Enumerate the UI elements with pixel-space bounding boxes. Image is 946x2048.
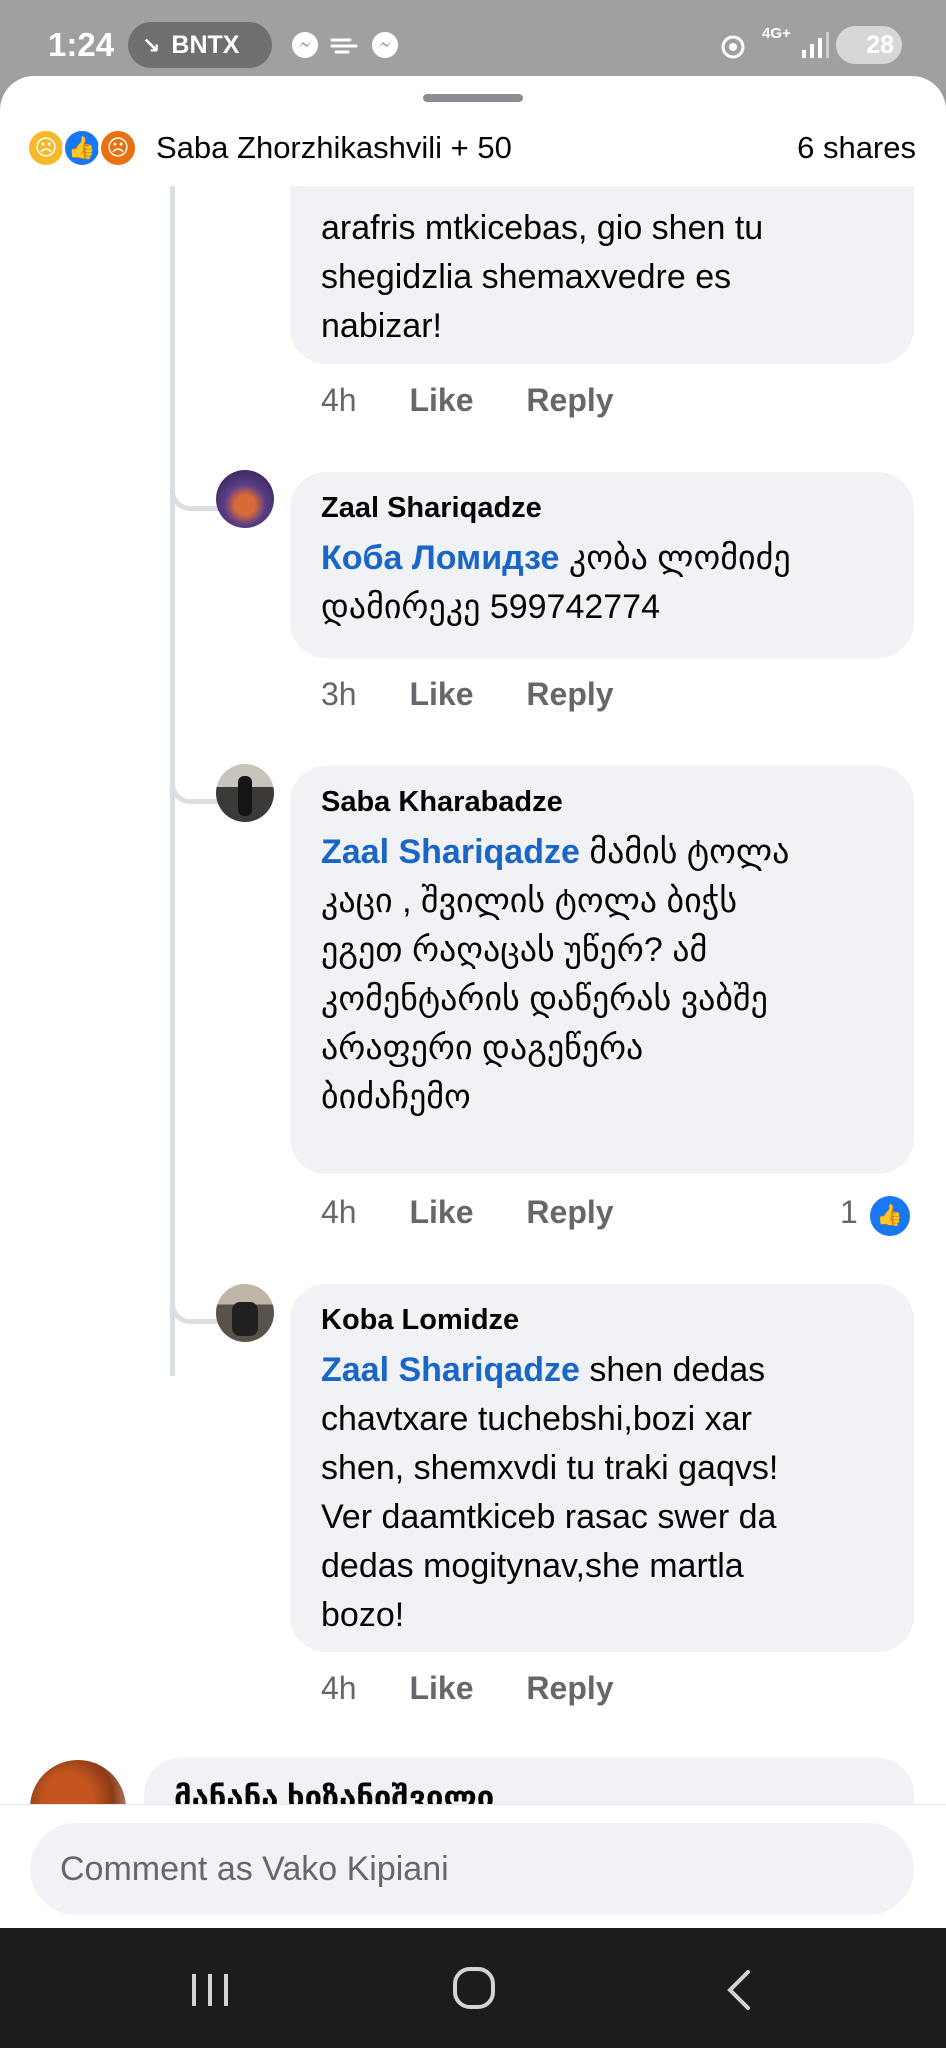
trend-down-icon: ↘ <box>142 33 161 58</box>
battery-level: 28 <box>866 31 894 59</box>
thread-branch <box>170 774 220 804</box>
like-button[interactable]: Like <box>409 1194 473 1230</box>
reactors-label[interactable]: Saba Zhorzhikashvili + 50 <box>156 130 512 166</box>
comment-time: 4h <box>321 382 357 418</box>
home-icon[interactable] <box>452 1966 496 2010</box>
thread-branch <box>170 481 220 511</box>
comment-author[interactable]: Zaal Shariqadze <box>321 492 542 525</box>
sheet-header: ☹ 👍 ☹ Saba Zhorzhikashvili + 50 6 shares <box>0 114 946 186</box>
comment-time: 4h <box>321 1194 357 1230</box>
avatar[interactable] <box>216 764 274 822</box>
reply-button[interactable]: Reply <box>526 1194 613 1230</box>
battery-indicator: 28 <box>836 26 902 64</box>
mention-link[interactable]: Коба Ломидзе <box>321 539 559 577</box>
like-button[interactable]: Like <box>409 1670 473 1706</box>
avatar[interactable] <box>216 470 274 528</box>
comment-text: Коба Ломидзе კობა ლომიძე დამირეკე 599742… <box>321 539 791 626</box>
comment-meta: 3h Like Reply <box>321 676 614 713</box>
stock-ticker-pill: ↘ BNTX <box>128 22 272 68</box>
angry-reaction-icon: ☹ <box>98 128 138 168</box>
sad-reaction-icon: ☹ <box>26 128 66 168</box>
reply-button[interactable]: Reply <box>526 676 613 712</box>
comment-text: Zaal Shariqadze shen dedas chavtxare tuc… <box>321 1351 779 1634</box>
comment-composer: Comment as Vako Kipiani <box>0 1804 946 1928</box>
comment-meta: 4h Like Reply <box>321 1670 614 1707</box>
reply-button[interactable]: Reply <box>526 382 613 418</box>
shares-count[interactable]: 6 shares <box>797 130 916 166</box>
mention-link[interactable]: Zaal Shariqadze <box>321 833 580 871</box>
system-nav-bar <box>0 1928 946 2048</box>
comment-input[interactable]: Comment as Vako Kipiani <box>30 1823 914 1915</box>
messenger-icon <box>292 32 318 58</box>
mention-link[interactable]: Zaal Shariqadze <box>321 1351 580 1389</box>
comment-time: 4h <box>321 1670 357 1706</box>
comment-time: 3h <box>321 676 357 712</box>
comment-meta: 4h Like Reply <box>321 382 614 419</box>
back-icon[interactable] <box>720 1968 760 2012</box>
comment-meta: 4h Like Reply <box>321 1194 614 1231</box>
wind-icon <box>330 38 358 54</box>
messenger-icon-2 <box>372 32 398 58</box>
comment-text: arafris mtkicebas, gio shen tu shegidzli… <box>321 209 764 345</box>
reaction-count[interactable]: 1 <box>840 1194 858 1231</box>
thread-branch <box>170 1294 220 1324</box>
avatar[interactable] <box>216 1284 274 1342</box>
comments-sheet[interactable]: arafris mtkicebas, gio shen tu shegidzli… <box>0 76 946 1928</box>
like-badge-icon: 👍 <box>870 1196 910 1236</box>
network-type: 4G+ <box>762 25 791 42</box>
sheet-grabber[interactable] <box>423 94 523 102</box>
comment-author[interactable]: Saba Kharabadze <box>321 786 563 819</box>
like-reaction-icon: 👍 <box>62 128 102 168</box>
like-button[interactable]: Like <box>409 382 473 418</box>
reaction-summary[interactable]: ☹ 👍 ☹ <box>26 128 144 172</box>
stock-ticker-label: BNTX <box>171 31 240 59</box>
recent-apps-icon[interactable] <box>188 1970 232 2010</box>
comment-text: Zaal Shariqadze მამის ტოლა კაცი , შვილის… <box>321 833 790 1116</box>
signal-icon <box>802 32 829 58</box>
like-button[interactable]: Like <box>409 676 473 712</box>
reply-button[interactable]: Reply <box>526 1670 613 1706</box>
status-time: 1:24 <box>48 26 115 63</box>
hotspot-icon <box>721 35 745 59</box>
comment-author[interactable]: Koba Lomidze <box>321 1304 519 1337</box>
